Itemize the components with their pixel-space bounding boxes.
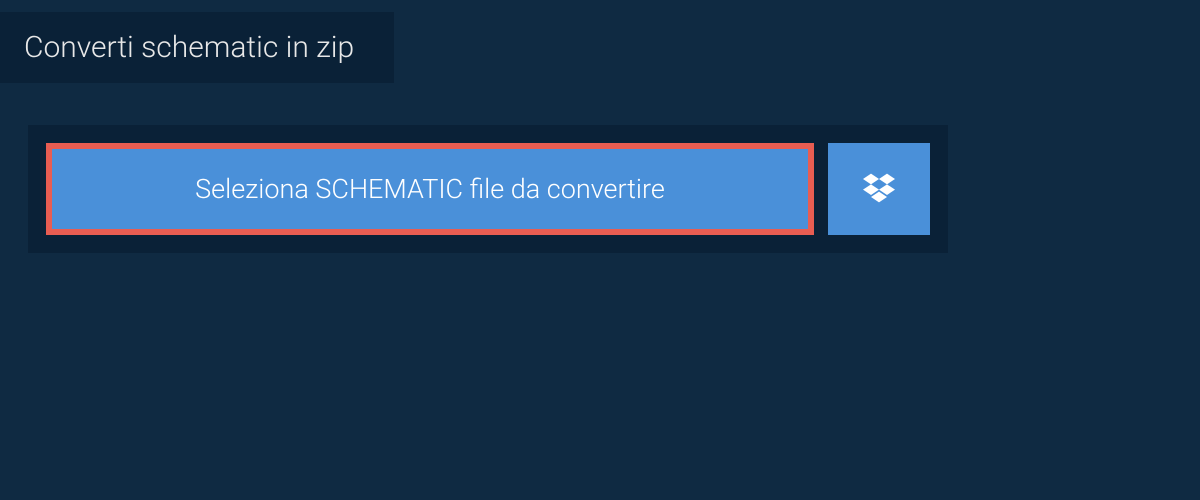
dropbox-icon bbox=[863, 171, 895, 207]
select-file-label: Seleziona SCHEMATIC file da convertire bbox=[195, 173, 665, 205]
dropbox-button[interactable] bbox=[828, 143, 930, 235]
page-title: Converti schematic in zip bbox=[24, 30, 354, 65]
file-select-panel: Seleziona SCHEMATIC file da convertire bbox=[28, 125, 948, 253]
select-file-button[interactable]: Seleziona SCHEMATIC file da convertire bbox=[46, 143, 814, 235]
page-title-tab: Converti schematic in zip bbox=[0, 12, 394, 83]
